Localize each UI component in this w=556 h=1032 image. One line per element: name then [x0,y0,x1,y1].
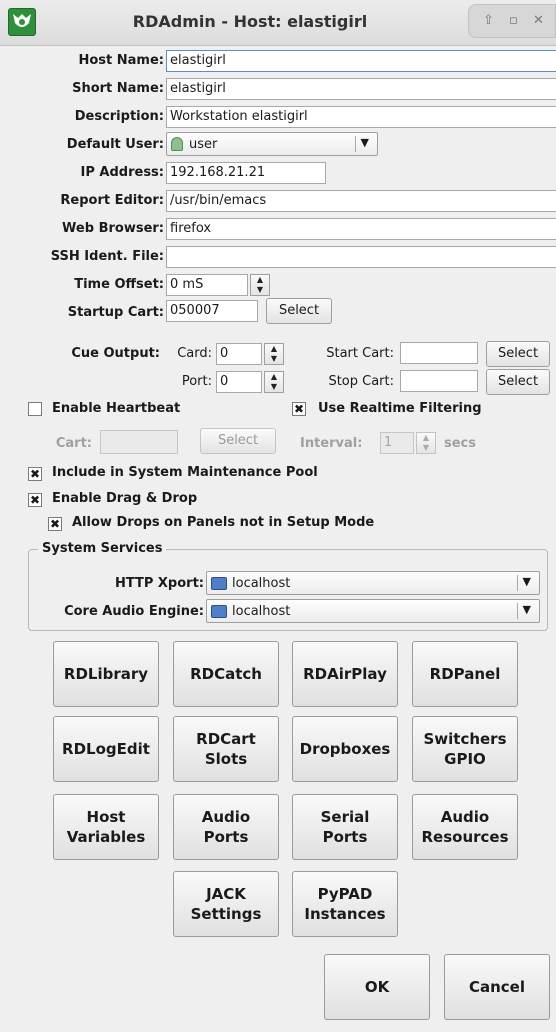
startup-cart-select-button[interactable]: Select [266,298,332,324]
enable-heartbeat-label: Enable Heartbeat [52,401,181,416]
rdcart-slots-button[interactable]: RDCart Slots [173,716,279,782]
heartbeat-cart-field[interactable] [100,430,178,454]
cue-port-field[interactable]: 0 [216,371,262,393]
time-offset-field[interactable]: 0 mS [166,274,248,296]
rdpanel-button[interactable]: RDPanel [412,641,518,707]
enable-heartbeat-checkbox[interactable] [28,402,42,416]
cue-port-spinner[interactable]: ▲ ▼ [264,371,284,393]
interval-label: Interval: [300,436,363,451]
rdcatch-button[interactable]: RDCatch [173,641,279,707]
computer-icon [211,604,227,618]
dropdown-arrow-icon: ▼ [522,603,531,616]
cue-card-spinner[interactable]: ▲ ▼ [264,343,284,365]
short-name-field[interactable]: elastigirl [166,78,556,100]
dropboxes-button[interactable]: Dropboxes [292,716,398,782]
allow-drops-label: Allow Drops on Panels not in Setup Mode [72,515,375,530]
start-cart-label: Start Cart: [326,346,394,361]
start-cart-select-button[interactable]: Select [486,341,550,367]
drag-drop-checkbox[interactable]: ✖ [28,493,42,507]
cue-card-label: Card: [177,346,212,361]
time-offset-spinner[interactable]: ▲ ▼ [250,274,270,296]
window-controls: ⇧ ▫ ✕ [468,4,556,38]
default-user-combo[interactable]: user ▼ [166,132,378,156]
use-realtime-filtering-checkbox[interactable]: ✖ [292,402,306,416]
dropdown-arrow-icon: ▼ [522,575,531,588]
host-variables-button[interactable]: Host Variables [53,794,159,860]
http-xport-label: HTTP Xport: [114,576,204,591]
core-audio-engine-label: Core Audio Engine: [64,604,204,619]
start-cart-field[interactable] [400,342,478,364]
switchers-gpio-button[interactable]: Switchers GPIO [412,716,518,782]
http-xport-combo[interactable]: localhost ▼ [206,571,540,595]
combo-separator [355,136,356,152]
core-audio-engine-value: localhost [232,603,291,619]
stop-cart-label: Stop Cart: [328,374,394,389]
startup-cart-label: Startup Cart: [67,305,164,320]
default-user-label: Default User: [66,137,164,152]
description-label: Description: [74,109,164,124]
rivendell-logo-icon [8,8,36,36]
serial-ports-button[interactable]: Serial Ports [292,794,398,860]
ok-button[interactable]: OK [324,954,430,1020]
use-realtime-filtering-label: Use Realtime Filtering [318,401,482,416]
close-icon[interactable]: ✕ [533,13,544,28]
keep-above-icon[interactable]: ⇧ [483,13,494,28]
window-title: RDAdmin - Host: elastigirl [132,12,368,31]
heartbeat-select-button[interactable]: Select [200,428,276,454]
combo-separator [517,603,518,619]
ssh-ident-file-label: SSH Ident. File: [50,249,164,264]
cue-port-label: Port: [181,374,212,389]
host-name-field[interactable]: elastigirl [166,50,556,72]
startup-cart-field[interactable]: 050007 [166,300,258,322]
interval-spinner[interactable]: ▲ ▼ [416,432,436,454]
heartbeat-cart-label: Cart: [55,436,92,451]
time-offset-label: Time Offset: [74,277,164,292]
allow-drops-checkbox[interactable]: ✖ [48,517,62,531]
cue-card-field[interactable]: 0 [216,343,262,365]
web-browser-label: Web Browser: [62,221,164,236]
ip-address-field[interactable]: 192.168.21.21 [166,162,326,184]
drag-drop-label: Enable Drag & Drop [52,491,198,506]
pypad-instances-button[interactable]: PyPAD Instances [292,871,398,937]
jack-settings-button[interactable]: JACK Settings [173,871,279,937]
ssh-ident-file-field[interactable] [166,246,556,268]
title-bar: RDAdmin - Host: elastigirl ⇧ ▫ ✕ [0,0,556,46]
report-editor-label: Report Editor: [60,193,164,208]
user-icon [171,137,183,151]
dropdown-arrow-icon: ▼ [360,136,369,149]
ip-address-label: IP Address: [80,165,164,180]
combo-separator [517,575,518,591]
default-user-value: user [189,136,218,152]
stop-cart-select-button[interactable]: Select [486,369,550,395]
core-audio-engine-combo[interactable]: localhost ▼ [206,599,540,623]
host-name-label: Host Name: [78,53,164,68]
audio-ports-button[interactable]: Audio Ports [173,794,279,860]
description-field[interactable]: Workstation elastigirl [166,106,556,128]
audio-resources-button[interactable]: Audio Resources [412,794,518,860]
report-editor-field[interactable]: /usr/bin/emacs [166,190,556,212]
rdairplay-button[interactable]: RDAirPlay [292,641,398,707]
computer-icon [211,576,227,590]
interval-field[interactable]: 1 [380,432,414,454]
web-browser-field[interactable]: firefox [166,218,556,240]
rdlogedit-button[interactable]: RDLogEdit [53,716,159,782]
maximize-icon[interactable]: ▫ [509,13,518,28]
rdlibrary-button[interactable]: RDLibrary [53,641,159,707]
system-maintenance-checkbox[interactable]: ✖ [28,467,42,481]
cue-output-label: Cue Output: [71,346,160,361]
stop-cart-field[interactable] [400,370,478,392]
http-xport-value: localhost [232,575,291,591]
system-services-title: System Services [38,541,167,556]
system-maintenance-label: Include in System Maintenance Pool [52,465,318,480]
cancel-button[interactable]: Cancel [444,954,550,1020]
short-name-label: Short Name: [72,81,164,96]
secs-label: secs [444,436,476,451]
